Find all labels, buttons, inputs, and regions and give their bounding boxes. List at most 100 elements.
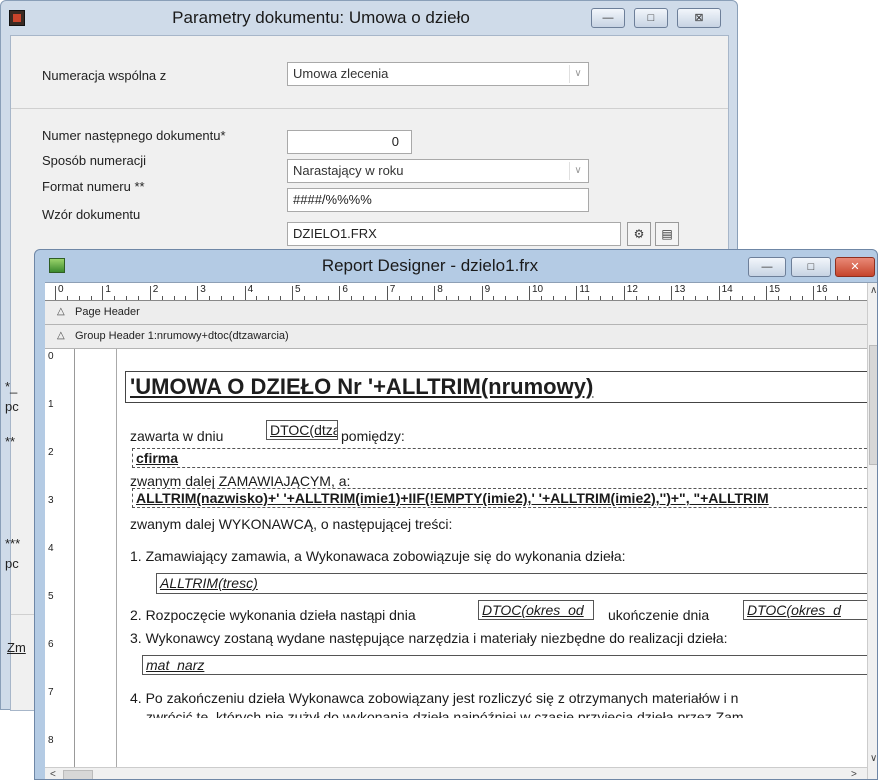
ruler-tick [434, 286, 436, 300]
ruler-tick [386, 286, 388, 300]
ruler-minor-tick [457, 296, 459, 300]
wzor-input[interactable]: DZIELO1.FRX [287, 222, 621, 246]
ruler-minor-tick [505, 296, 507, 300]
maximize-button[interactable]: □ [634, 8, 668, 28]
scroll-up-icon[interactable]: ∧ [870, 285, 877, 296]
maximize-button[interactable]: □ [791, 257, 831, 277]
ruler-minor-tick [635, 296, 637, 300]
pomiedzy-text[interactable]: pomiędzy: [341, 428, 405, 444]
pkt4-text[interactable]: 4. Po zakończeniu dzieła Wykonawca zobow… [130, 690, 738, 706]
ruler-minor-tick [78, 296, 80, 300]
report-page: 'UMOWA O DZIEŁO Nr '+ALLTRIM(nrumowy) za… [76, 349, 867, 779]
tresc-field[interactable]: ALLTRIM(tresc) [156, 573, 867, 594]
pkt2-text[interactable]: 2. Rozpoczęcie wykonania dzieła nastąpi … [130, 607, 416, 623]
band-page-header[interactable]: △ Page Header [45, 301, 867, 325]
scroll-left-icon[interactable]: < [50, 769, 56, 779]
ruler-number: 16 [816, 284, 828, 295]
ruler-minor-tick [694, 296, 696, 300]
ruler-minor-tick [706, 296, 708, 300]
designer-canvas: 0 1 2 3 4 5 6 7 8 9 10 11 12 13 14 15 16 △ Page Header △… [45, 282, 877, 779]
pkt4-cont-text[interactable]: zwrócić te, których nie zużył do wykonan… [146, 709, 744, 718]
divider [11, 108, 728, 109]
ruler-tick [766, 286, 767, 300]
close-button[interactable]: ✕ [835, 257, 875, 277]
format-input[interactable]: ####/%%%% [287, 188, 589, 212]
ruler-minor-tick [777, 296, 779, 300]
zawarta-text[interactable]: zawarta w dniu [130, 428, 223, 444]
ruler-minor-tick [363, 296, 365, 300]
numeracja-select[interactable]: Umowa zlecenia ∨ [287, 62, 589, 86]
ruler-tick [576, 286, 578, 300]
ruler-minor-tick [801, 296, 803, 300]
scroll-down-icon[interactable]: ∨ [870, 753, 877, 764]
ruler-tick [244, 286, 246, 300]
designer-icon[interactable]: ⚙ [627, 222, 651, 246]
vertical-scrollbar[interactable]: ∧ ∨ [867, 283, 877, 779]
minimize-button[interactable]: — [748, 257, 786, 277]
designer-titlebar[interactable]: Report Designer - dzielo1.frx — □ ✕ [35, 250, 877, 282]
ruler-minor-tick [137, 296, 139, 300]
partial-button[interactable]: Zm [7, 640, 26, 655]
scroll-right-icon[interactable]: > [851, 769, 857, 779]
ruler-number: 1 [105, 284, 111, 295]
ruler-minor-tick [315, 296, 317, 300]
okres-od-field[interactable]: DTOC(okres_od [478, 600, 594, 620]
ruler-minor-tick [185, 296, 187, 300]
okres-do-field[interactable]: DTOC(okres_d [743, 600, 867, 620]
close-button[interactable]: ⊠ [677, 8, 721, 28]
chevron-down-icon[interactable]: ∨ [569, 65, 586, 83]
ruler-tick [197, 286, 199, 300]
ruler-minor-tick [209, 296, 211, 300]
vruler-number: 3 [48, 495, 54, 506]
partial-note-5: pc [5, 556, 19, 571]
nazwisko-field[interactable]: ALLTRIM(nazwisko)+' '+ALLTRIM(imie1)+IIF… [132, 488, 867, 508]
scroll-thumb[interactable] [63, 770, 93, 779]
band-group-header-label: Group Header 1:nrumowy+dtoc(dtzawarcia) [75, 330, 289, 342]
ruler-minor-tick [647, 296, 649, 300]
band-group-header[interactable]: △ Group Header 1:nrumowy+dtoc(dtzawarcia… [45, 325, 867, 349]
pkt1-text[interactable]: 1. Zamawiający zamawia, a Wykonawaca zob… [130, 548, 626, 564]
pkt3-text[interactable]: 3. Wykonawcy zostaną wydane następujące … [130, 630, 728, 646]
ruler-minor-tick [398, 296, 400, 300]
title-expression-field[interactable]: 'UMOWA O DZIEŁO Nr '+ALLTRIM(nrumowy) [125, 371, 867, 403]
ruler-minor-tick [232, 296, 234, 300]
ruler-minor-tick [517, 296, 519, 300]
mat-narz-field[interactable]: mat_narz [142, 655, 867, 675]
ruler-tick [292, 286, 293, 300]
ruler-minor-tick [446, 296, 448, 300]
designer-window-title: Report Designer - dzielo1.frx [321, 256, 539, 275]
ruler-minor-tick [659, 296, 661, 300]
cfirma-field[interactable]: cfirma [132, 448, 867, 468]
vruler-number: 4 [48, 543, 54, 554]
wzor-label: Wzór dokumentu [42, 207, 141, 222]
scroll-thumb[interactable] [869, 345, 877, 465]
params-titlebar[interactable]: Parametry dokumentu: Umowa o dzieło — □ … [1, 1, 737, 35]
ruler-number: 8 [437, 284, 443, 295]
numer-input[interactable]: 0 [287, 130, 412, 154]
ruler-minor-tick [126, 296, 128, 300]
ruler-minor-tick [564, 296, 566, 300]
ruler-tick [55, 286, 56, 300]
vruler-number: 8 [48, 735, 54, 746]
properties-icon[interactable]: ▤ [655, 222, 679, 246]
vruler-number: 2 [48, 447, 54, 458]
ruler-minor-tick [789, 296, 791, 300]
margin-line [116, 349, 117, 779]
ruler-minor-tick [303, 296, 305, 300]
params-window-title: Parametry dokumentu: Umowa o dzieło [172, 8, 470, 27]
chevron-down-icon[interactable]: ∨ [569, 162, 586, 180]
dtzaw-field[interactable]: DTOC(dtzaw [266, 420, 338, 440]
ruler-minor-tick [410, 296, 412, 300]
sposob-select[interactable]: Narastający w roku ∨ [287, 159, 589, 183]
numeracja-label: Numeracja wspólna z [42, 68, 167, 83]
ruler-tick [718, 286, 720, 300]
zwanym-zam-text[interactable]: zwanym dalej ZAMAWIAJĄCYM, a: [130, 473, 350, 489]
band-page-header-label: Page Header [75, 306, 140, 318]
vruler-number: 6 [48, 639, 54, 650]
ukonczenie-text[interactable]: ukończenie dnia [608, 607, 709, 623]
horizontal-scrollbar[interactable]: < > [45, 767, 867, 779]
minimize-button[interactable]: — [591, 8, 625, 28]
zwanym-wyk-text[interactable]: zwanym dalej WYKONAWCĄ, o następującej t… [130, 516, 452, 532]
ruler-minor-tick [161, 296, 163, 300]
vertical-ruler: 0 1 2 3 4 5 6 7 8 [45, 349, 75, 779]
